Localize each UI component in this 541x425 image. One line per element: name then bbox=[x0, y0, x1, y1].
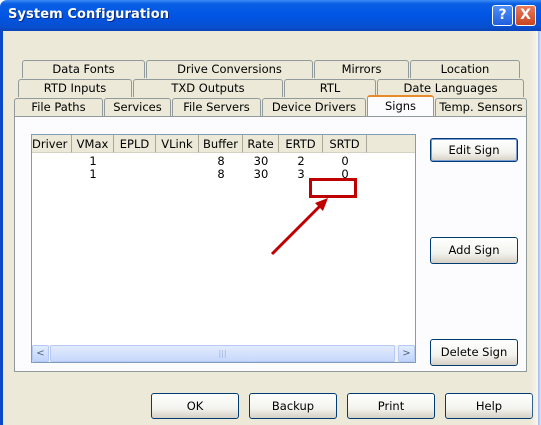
column-header-buffer[interactable]: Buffer bbox=[199, 135, 243, 153]
column-header-srtd[interactable]: SRTD bbox=[323, 135, 367, 153]
column-header-driver[interactable]: Driver bbox=[32, 135, 72, 153]
tab-device-drivers[interactable]: Device Drivers bbox=[262, 98, 366, 116]
title-bar[interactable]: System Configuration ? X bbox=[0, 0, 541, 31]
system-configuration-window: System Configuration ? X Data Fonts Driv… bbox=[0, 0, 541, 425]
tab-rtl[interactable]: RTL bbox=[284, 79, 376, 97]
tab-drive-conversions[interactable]: Drive Conversions bbox=[146, 60, 313, 78]
close-button[interactable]: X bbox=[515, 5, 536, 26]
tab-services[interactable]: Services bbox=[104, 98, 171, 116]
backup-button[interactable]: Backup bbox=[249, 393, 337, 419]
column-header-vlink[interactable]: VLink bbox=[156, 135, 199, 153]
scroll-right-button[interactable]: > bbox=[398, 345, 415, 362]
signs-list[interactable]: Driver VMax EPLD VLink Buffer Rate ERTD … bbox=[31, 134, 416, 363]
column-header-epld[interactable]: EPLD bbox=[114, 135, 156, 153]
ok-button[interactable]: OK bbox=[151, 393, 239, 419]
column-header-filler bbox=[367, 135, 415, 153]
table-row[interactable]: 1 8 30 3 0 bbox=[32, 168, 415, 181]
tab-temp-sensors[interactable]: Temp. Sensors bbox=[435, 98, 527, 116]
tab-file-paths[interactable]: File Paths bbox=[14, 98, 103, 116]
right-edge-fade bbox=[530, 31, 541, 425]
tab-data-fonts[interactable]: Data Fonts bbox=[22, 60, 145, 78]
tab-txd-outputs[interactable]: TXD Outputs bbox=[133, 79, 283, 97]
tab-mirrors[interactable]: Mirrors bbox=[314, 60, 409, 78]
scroll-thumb[interactable]: ||| bbox=[50, 345, 395, 362]
scroll-left-button[interactable]: < bbox=[32, 345, 49, 362]
edit-sign-button[interactable]: Edit Sign bbox=[430, 138, 518, 162]
horizontal-scrollbar[interactable]: < ||| > bbox=[32, 345, 415, 362]
highlight-box bbox=[309, 178, 357, 198]
column-header-vmax[interactable]: VMax bbox=[72, 135, 114, 153]
tab-rtd-inputs[interactable]: RTD Inputs bbox=[18, 79, 132, 97]
cell-buffer: 8 bbox=[217, 167, 225, 181]
cell-vmax: 1 bbox=[89, 167, 97, 181]
tab-signs[interactable]: Signs bbox=[367, 95, 434, 116]
tab-location[interactable]: Location bbox=[410, 60, 520, 78]
help-title-button[interactable]: ? bbox=[492, 5, 513, 26]
tab-file-servers[interactable]: File Servers bbox=[172, 98, 261, 116]
delete-sign-button[interactable]: Delete Sign bbox=[430, 339, 518, 366]
add-sign-button[interactable]: Add Sign bbox=[430, 237, 518, 264]
window-title: System Configuration bbox=[8, 7, 170, 22]
cell-rate: 30 bbox=[253, 167, 269, 181]
column-header-ertd[interactable]: ERTD bbox=[279, 135, 323, 153]
help-button[interactable]: Help bbox=[445, 393, 533, 419]
column-header-rate[interactable]: Rate bbox=[243, 135, 279, 153]
print-button[interactable]: Print bbox=[347, 393, 435, 419]
